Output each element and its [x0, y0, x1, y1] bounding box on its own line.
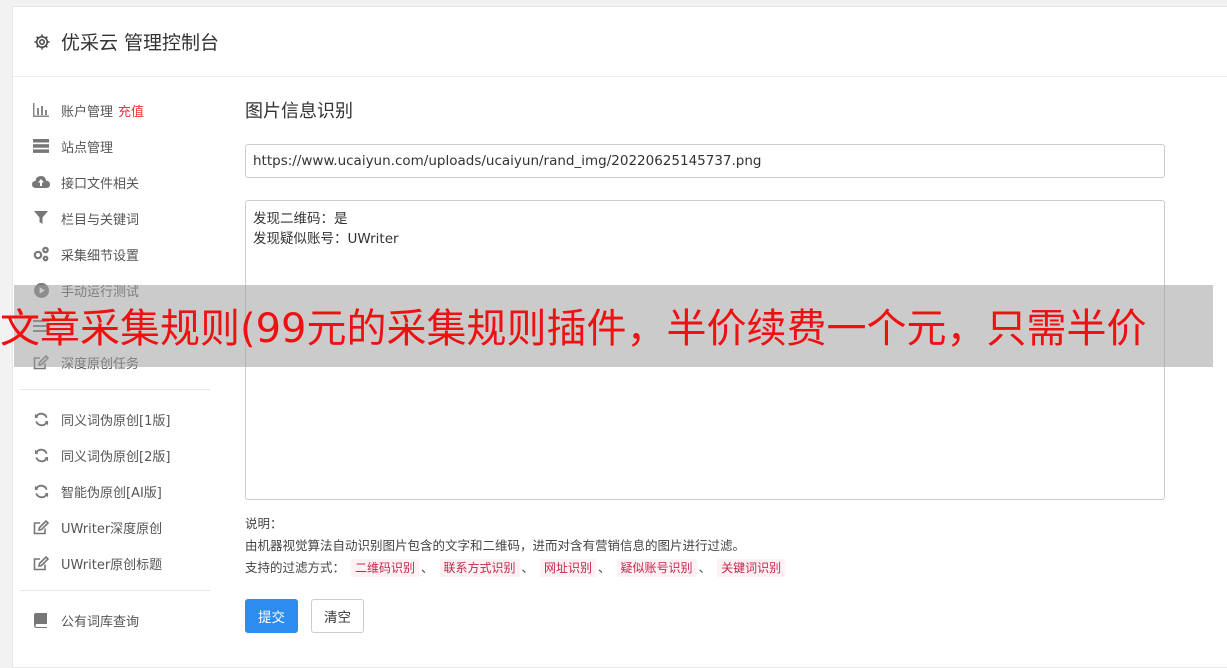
- submit-button[interactable]: 提交: [245, 599, 298, 633]
- sidebar-item-synonym-v1[interactable]: 同义词伪原创[1版]: [20, 401, 210, 437]
- gears-icon: [32, 246, 50, 262]
- filter-tag: 网址识别: [540, 559, 597, 577]
- tag-separator: 、: [698, 560, 712, 575]
- section-title: 图片信息识别: [245, 101, 353, 122]
- filter-tag: 疑似账号识别: [616, 559, 697, 577]
- header: 优采云 管理控制台: [13, 7, 1227, 77]
- sidebar-item-synonym-v2[interactable]: 同义词伪原创[2版]: [20, 437, 210, 473]
- refresh-icon: [32, 483, 50, 499]
- sidebar-divider: [20, 590, 210, 591]
- page-title: 优采云 管理控制台: [61, 32, 220, 54]
- filter-tag: 关键词识别: [717, 559, 786, 577]
- server-icon: [32, 138, 50, 154]
- refresh-icon: [32, 411, 50, 427]
- tag-separator: 、: [598, 560, 611, 575]
- sidebar-item-label: 采集细节设置: [61, 248, 140, 264]
- result-line: 发现疑似账号：UWriter: [253, 231, 399, 247]
- sidebar-item-ai-rewrite[interactable]: 智能伪原创[AI版]: [20, 473, 210, 509]
- sidebar-item-label: UWriter原创标题: [61, 557, 163, 573]
- sidebar-item-label: UWriter深度原创: [61, 521, 163, 537]
- sidebar-item-sites[interactable]: 站点管理: [20, 128, 210, 164]
- sidebar-item-label: 公有词库查询: [61, 614, 140, 630]
- result-line: 发现二维码：是: [253, 211, 348, 227]
- button-row: 提交 清空: [245, 599, 1165, 633]
- overlay-banner-text: 文章采集规则(99元的采集规则插件，半价续费一个元，只需半价: [0, 306, 1147, 352]
- filter-tag: 二维码识别: [351, 559, 420, 577]
- tag-separator: 、: [521, 560, 535, 575]
- filter-methods: 支持的过滤方式： 二维码识别、 联系方式识别、 网址识别、 疑似账号识别、 关键…: [245, 557, 1165, 579]
- notes-description: 由机器视觉算法自动识别图片包含的文字和二维码，进而对含有营销信息的图片进行过滤。: [245, 538, 746, 553]
- clear-button[interactable]: 清空: [311, 599, 364, 633]
- edit-icon: [32, 555, 50, 571]
- sidebar-item-label: 接口文件相关: [61, 176, 140, 192]
- sidebar-item-label: 智能伪原创[AI版]: [61, 485, 162, 501]
- recharge-link[interactable]: 充值: [118, 101, 144, 120]
- cloud-upload-icon: [32, 174, 50, 190]
- filter-icon: [32, 210, 50, 226]
- edit-icon: [32, 519, 50, 535]
- sidebar-item-collect-settings[interactable]: 采集细节设置: [20, 236, 210, 272]
- sidebar-item-label: 同义词伪原创[1版]: [61, 413, 171, 429]
- sidebar-item-uwriter-title[interactable]: UWriter原创标题: [20, 545, 210, 581]
- bar-chart-icon: [32, 102, 50, 118]
- refresh-icon: [32, 447, 50, 463]
- sidebar-item-columns-keywords[interactable]: 栏目与关键词: [20, 200, 210, 236]
- gear-icon: [33, 33, 51, 51]
- filter-label: 支持的过滤方式：: [245, 560, 346, 575]
- sidebar-item-interface[interactable]: 接口文件相关: [20, 164, 210, 200]
- tag-separator: 、: [421, 560, 434, 575]
- filter-tag: 联系方式识别: [439, 559, 520, 577]
- image-url-input[interactable]: [245, 144, 1165, 178]
- sidebar-item-label: 同义词伪原创[2版]: [61, 449, 171, 465]
- sidebar-item-label: 账户管理: [61, 104, 114, 120]
- sidebar-divider: [20, 389, 210, 390]
- notes: 说明： 由机器视觉算法自动识别图片包含的文字和二维码，进而对含有营销信息的图片进…: [245, 513, 1165, 579]
- sidebar-item-public-lexicon[interactable]: 公有词库查询: [20, 602, 210, 638]
- notes-label: 说明：: [245, 516, 283, 531]
- sidebar-item-account[interactable]: 账户管理 充值: [20, 92, 210, 128]
- sidebar-item-label: 栏目与关键词: [61, 212, 140, 228]
- sidebar-item-uwriter-deep[interactable]: UWriter深度原创: [20, 509, 210, 545]
- sidebar-item-label: 站点管理: [61, 140, 114, 156]
- book-icon: [32, 612, 50, 628]
